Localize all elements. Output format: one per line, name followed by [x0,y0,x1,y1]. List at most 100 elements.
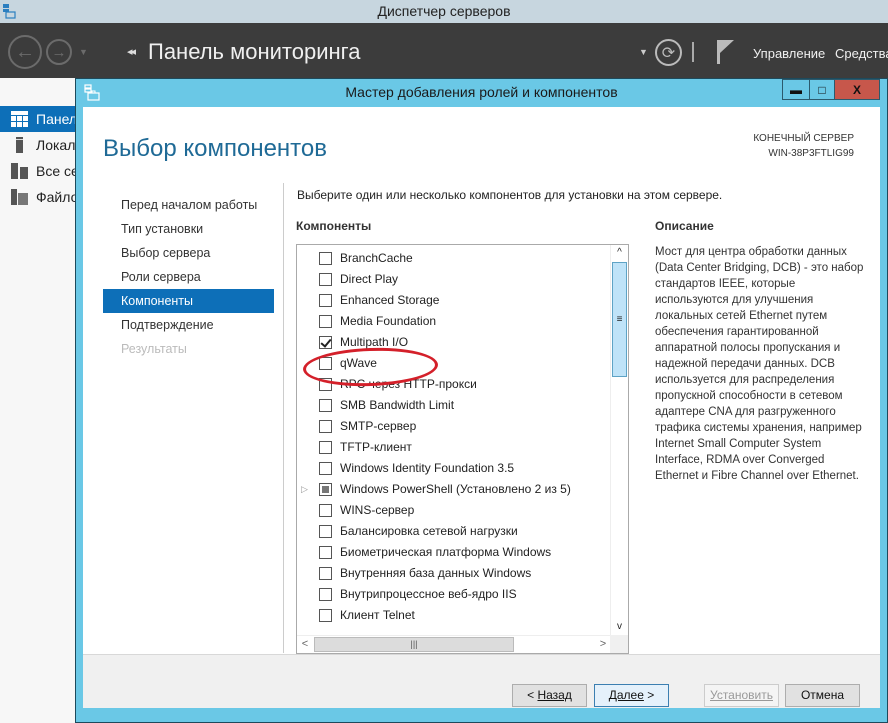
next-button[interactable]: Далее > [594,684,669,707]
component-checkbox[interactable] [319,252,332,265]
sidebar-item-local-server[interactable]: Локальный сервер [0,132,80,158]
component-item[interactable]: SMB Bandwidth Limit [297,395,611,416]
component-label: Multipath I/O [340,335,409,349]
component-item[interactable]: Клиент Telnet [297,605,611,626]
step-server-roles[interactable]: Роли сервера [103,265,274,289]
vertical-scroll-thumb[interactable]: ≡ [612,262,627,377]
component-item[interactable]: Media Foundation [297,311,611,332]
component-item[interactable]: qWave [297,353,611,374]
back-button[interactable]: ← [8,35,42,69]
expand-icon[interactable]: ▷ [301,479,308,500]
step-installation-type[interactable]: Тип установки [103,217,274,241]
horizontal-scrollbar[interactable]: < ||| > [297,635,611,653]
sidebar-item-all-servers[interactable]: Все серверы [0,158,80,184]
destination-server-name: WIN-38P3FTLIG99 [768,148,854,159]
component-checkbox[interactable] [319,567,332,580]
add-roles-wizard-dialog: Мастер добавления ролей и компонентов ▬ … [75,78,888,723]
sidebar-item-dashboard[interactable]: Панель мониторинга [0,106,80,132]
component-item[interactable]: Балансировка сетевой нагрузки [297,521,611,542]
install-label: Установить [710,688,773,702]
scroll-left-button[interactable]: < [297,636,313,653]
page-title: Выбор компонентов [103,135,328,162]
forward-button[interactable]: → [46,39,72,65]
component-checkbox[interactable] [319,420,332,433]
notifications-flag-icon[interactable] [715,39,735,65]
component-checkbox[interactable] [319,441,332,454]
maximize-icon: □ [818,82,826,97]
component-item[interactable]: Внутрипроцессное веб-ядро IIS [297,584,611,605]
minimize-button[interactable]: ▬ [782,79,810,100]
steps-divider [283,183,284,653]
menu-tools[interactable]: Средства [835,46,888,61]
component-checkbox[interactable] [319,273,332,286]
component-checkbox[interactable] [319,336,332,349]
header-dropdown-icon[interactable]: ▼ [639,47,648,57]
file-services-icon [11,189,28,205]
arrow-right-icon: → [51,43,67,61]
install-button: Установить [704,684,779,707]
step-server-selection[interactable]: Выбор сервера [103,241,274,265]
refresh-icon[interactable]: ⟳ [655,39,682,66]
component-label: Enhanced Storage [340,293,440,307]
scroll-up-button[interactable]: ^ [611,245,628,261]
component-item[interactable]: Windows Identity Foundation 3.5 [297,458,611,479]
component-item[interactable]: Multipath I/O [297,332,611,353]
component-checkbox[interactable] [319,504,332,517]
description-heading: Описание [655,219,714,233]
component-item[interactable]: ▷ Windows PowerShell (Установлено 2 из 5) [297,479,611,500]
sidebar-item-label: Локальный сервер [36,137,80,153]
instruction-text: Выберите один или несколько компонентов … [297,188,723,202]
component-checkbox[interactable] [319,378,332,391]
component-item[interactable]: SMTP-сервер [297,416,611,437]
component-checkbox[interactable] [319,588,332,601]
step-confirmation[interactable]: Подтверждение [103,313,274,337]
component-item[interactable]: BranchCache [297,248,611,269]
components-list[interactable]: BranchCache Direct Play Enhanced Storage Me… [296,244,629,654]
component-label: qWave [340,356,377,370]
component-item[interactable]: Direct Play [297,269,611,290]
component-checkbox[interactable] [319,546,332,559]
back-wizard-button[interactable]: < Назад [512,684,587,707]
menu-manage[interactable]: Управление [753,46,825,61]
wizard-title: Мастер добавления ролей и компонентов [345,84,618,100]
component-label: Внутрипроцессное веб-ядро IIS [340,587,517,601]
component-checkbox[interactable] [319,294,332,307]
next-label: Далее [608,688,644,702]
header-separator [692,42,694,62]
cancel-button[interactable]: Отмена [785,684,860,707]
component-checkbox[interactable] [319,525,332,538]
step-features[interactable]: Компоненты [103,289,274,313]
component-item[interactable]: RPC через HTTP-прокси [297,374,611,395]
history-dropdown-icon[interactable]: ▼ [79,47,88,57]
component-item[interactable]: TFTP-клиент [297,437,611,458]
component-label: SMTP-сервер [340,419,417,433]
sidebar-item-label: Панель мониторинга [36,111,80,127]
component-checkbox[interactable] [319,609,332,622]
component-checkbox[interactable] [319,462,332,475]
component-label: Клиент Telnet [340,608,415,622]
sidebar-item-file-services[interactable]: Файловые службы [0,184,80,210]
component-item[interactable]: Enhanced Storage [297,290,611,311]
horizontal-scroll-thumb[interactable]: ||| [314,637,514,652]
servers-icon [11,163,28,179]
component-item[interactable]: WINS-сервер [297,500,611,521]
close-icon: X [852,82,861,97]
component-checkbox[interactable] [319,483,332,496]
step-before-you-begin[interactable]: Перед началом работы [103,193,274,217]
server-manager-title: Диспетчер серверов [377,3,511,19]
close-button[interactable]: X [834,79,880,100]
component-checkbox[interactable] [319,357,332,370]
component-checkbox[interactable] [319,399,332,412]
wizard-titlebar[interactable]: Мастер добавления ролей и компонентов ▬ … [76,79,887,107]
component-label: Direct Play [340,272,399,286]
component-item[interactable]: Внутренняя база данных Windows [297,563,611,584]
scroll-down-button[interactable]: v [611,619,628,635]
header-title: Панель мониторинга [148,39,361,64]
component-checkbox[interactable] [319,315,332,328]
maximize-button[interactable]: □ [809,79,835,100]
components-heading: Компоненты [296,219,372,233]
scroll-right-button[interactable]: > [595,636,611,653]
vertical-scrollbar[interactable]: ^ ≡ v [610,245,628,635]
component-item[interactable]: Биометрическая платформа Windows [297,542,611,563]
component-label: SMB Bandwidth Limit [340,398,455,412]
